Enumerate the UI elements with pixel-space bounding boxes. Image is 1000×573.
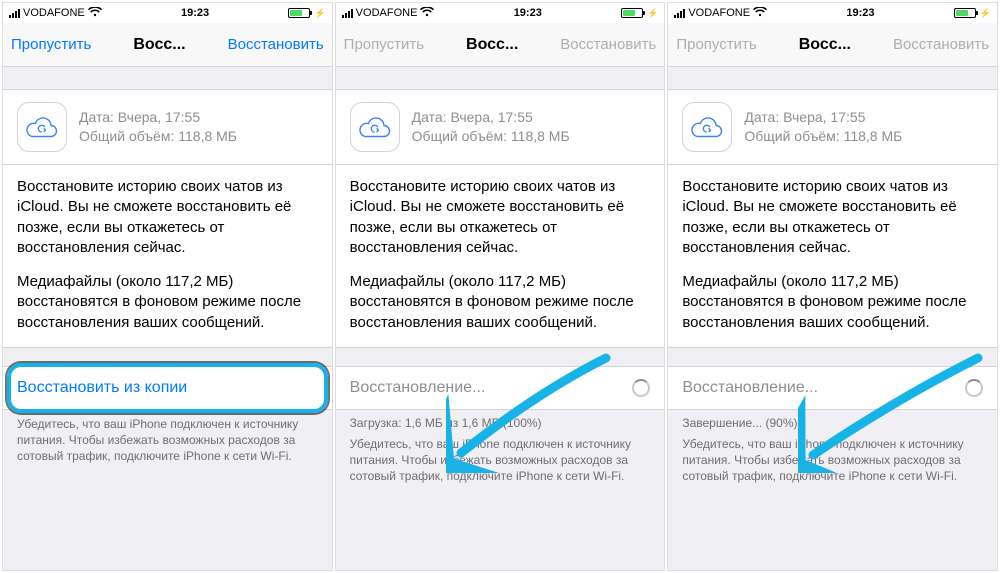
restoring-status-row: Восстановление... [668, 366, 997, 410]
completion-progress-text: Завершение... (90%) [668, 410, 997, 430]
icloud-backup-icon [17, 102, 67, 152]
nav-bar: Пропустить Восс... Восстановить [668, 23, 997, 67]
restore-action-label: Восстановить из копии [17, 379, 187, 397]
backup-size-label: Общий объём: [744, 128, 839, 144]
backup-size-value: 118,8 МБ [178, 128, 237, 144]
charging-icon: ⚡ [980, 8, 991, 19]
icloud-backup-icon [682, 102, 732, 152]
nav-bar: Пропустить Восс... Восстановить [336, 23, 665, 67]
backup-date-label: Дата: [412, 109, 447, 125]
signal-icon [342, 8, 353, 18]
restore-action-label: Восстановление... [682, 379, 818, 397]
wifi-icon [753, 6, 767, 20]
description-p1: Восстановите историю своих чатов из iClo… [682, 177, 983, 258]
carrier-label: VODAFONE [23, 7, 85, 19]
screen-3: VODAFONE 19:23 ⚡ Пропустить Восс... Восс… [667, 2, 998, 571]
nav-title: Восс... [133, 36, 185, 54]
charging-icon: ⚡ [647, 8, 658, 19]
restore-from-backup-button[interactable]: Восстановить из копии [3, 366, 332, 410]
status-bar: VODAFONE 19:23 ⚡ [3, 3, 332, 23]
wifi-icon [88, 6, 102, 20]
nav-bar: Пропустить Восс... Восстановить [3, 23, 332, 67]
backup-size-label: Общий объём: [79, 128, 174, 144]
charging-icon: ⚡ [314, 8, 325, 19]
restore-button[interactable]: Восстановить [228, 36, 324, 53]
battery-icon [621, 8, 643, 18]
carrier-label: VODAFONE [688, 7, 750, 19]
footer-note: Убедитесь, что ваш iPhone подключен к ис… [3, 410, 332, 475]
backup-info-card: Дата: Вчера, 17:55 Общий объём: 118,8 МБ [668, 89, 997, 165]
description-p1: Восстановите историю своих чатов из iClo… [17, 177, 318, 258]
backup-size-value: 118,8 МБ [511, 128, 570, 144]
backup-date-label: Дата: [744, 109, 779, 125]
backup-size-label: Общий объём: [412, 128, 507, 144]
signal-icon [9, 8, 20, 18]
backup-date-value: Вчера, 17:55 [118, 109, 200, 125]
backup-info-card: Дата: Вчера, 17:55 Общий объём: 118,8 МБ [3, 89, 332, 165]
backup-size-value: 118,8 МБ [844, 128, 903, 144]
nav-title: Восс... [799, 36, 851, 54]
carrier-label: VODAFONE [356, 7, 418, 19]
restore-button: Восстановить [560, 36, 656, 53]
description-block: Восстановите историю своих чатов из iClo… [336, 165, 665, 348]
backup-date-value: Вчера, 17:55 [450, 109, 532, 125]
nav-title: Восс... [466, 36, 518, 54]
footer-note: Убедитесь, что ваш iPhone подключен к ис… [668, 430, 997, 495]
restore-button: Восстановить [893, 36, 989, 53]
description-p2: Медиафайлы (около 117,2 МБ) восстановятс… [682, 272, 983, 333]
description-block: Восстановите историю своих чатов из iClo… [3, 165, 332, 348]
screen-2: VODAFONE 19:23 ⚡ Пропустить Восс... Восс… [335, 2, 666, 571]
backup-date-label: Дата: [79, 109, 114, 125]
icloud-backup-icon [350, 102, 400, 152]
battery-icon [288, 8, 310, 18]
description-p1: Восстановите историю своих чатов из iClo… [350, 177, 651, 258]
description-block: Восстановите историю своих чатов из iClo… [668, 165, 997, 348]
backup-date-value: Вчера, 17:55 [783, 109, 865, 125]
footer-note: Убедитесь, что ваш iPhone подключен к ис… [336, 430, 665, 495]
screen-1: VODAFONE 19:23 ⚡ Пропустить Восс... Восс… [2, 2, 333, 571]
restore-action-label: Восстановление... [350, 379, 486, 397]
skip-button[interactable]: Пропустить [11, 36, 91, 53]
restoring-status-row: Восстановление... [336, 366, 665, 410]
battery-icon [954, 8, 976, 18]
clock: 19:23 [434, 7, 621, 19]
description-p2: Медиафайлы (около 117,2 МБ) восстановятс… [17, 272, 318, 333]
spinner-icon [632, 379, 650, 397]
status-bar: VODAFONE 19:23 ⚡ [336, 3, 665, 23]
clock: 19:23 [102, 7, 289, 19]
spinner-icon [965, 379, 983, 397]
skip-button: Пропустить [676, 36, 756, 53]
status-bar: VODAFONE 19:23 ⚡ [668, 3, 997, 23]
signal-icon [674, 8, 685, 18]
skip-button: Пропустить [344, 36, 424, 53]
wifi-icon [420, 6, 434, 20]
download-progress-text: Загрузка: 1,6 МБ из 1,6 МБ (100%) [336, 410, 665, 430]
description-p2: Медиафайлы (около 117,2 МБ) восстановятс… [350, 272, 651, 333]
backup-info-card: Дата: Вчера, 17:55 Общий объём: 118,8 МБ [336, 89, 665, 165]
clock: 19:23 [767, 7, 954, 19]
